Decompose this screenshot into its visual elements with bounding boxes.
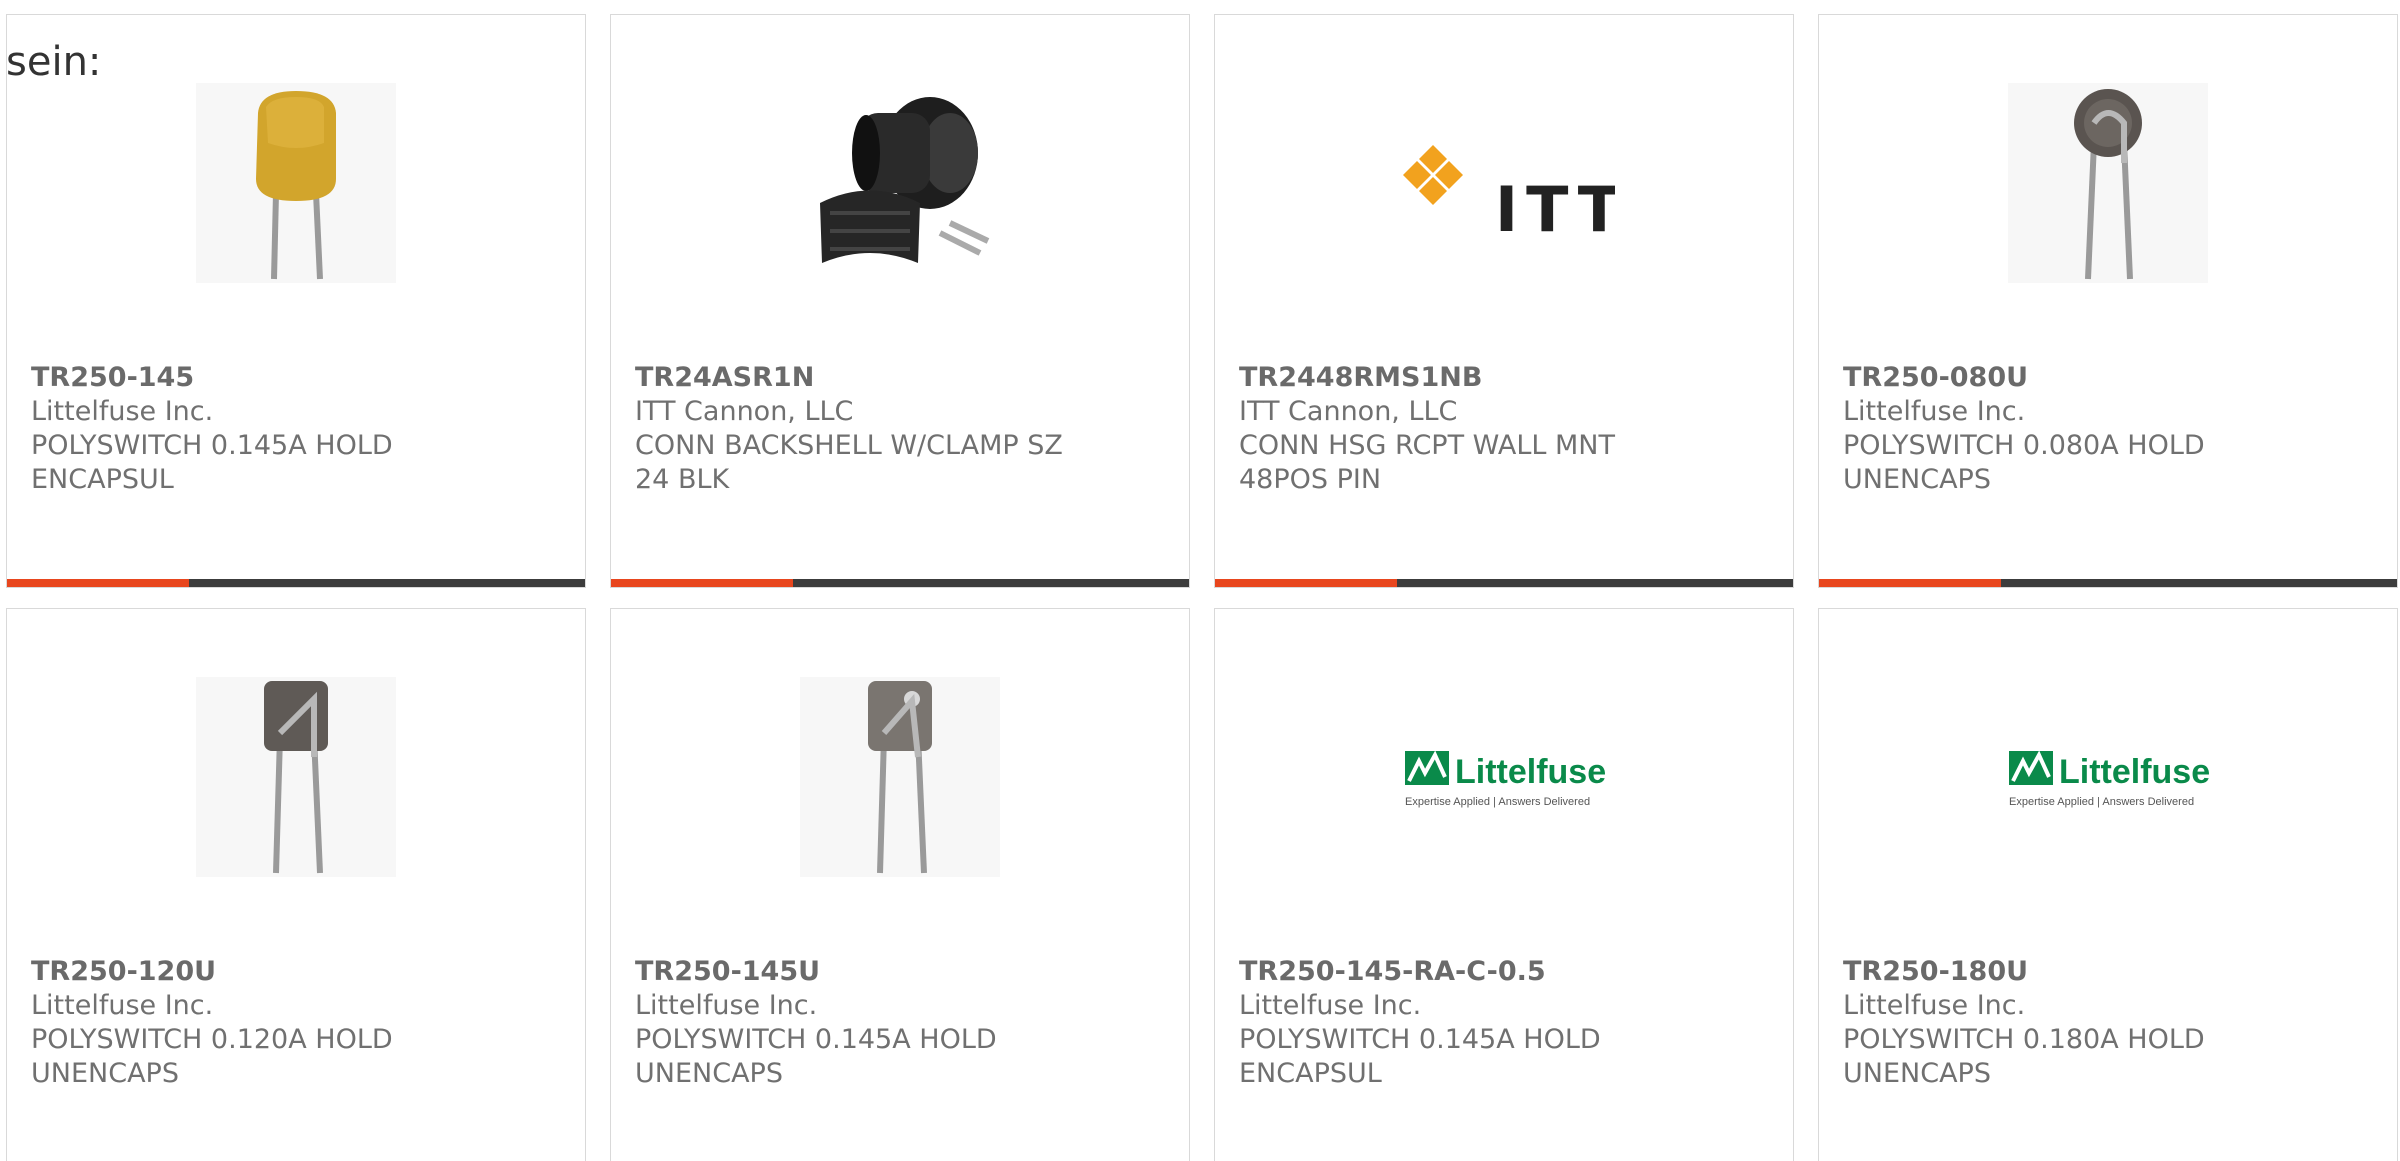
page: sein: TR250-145 Littelfuse Inc. POLYSWIT… [0,0,2400,1161]
card-bottom-bar [611,579,1189,587]
product-image[interactable] [196,677,396,877]
description-line-2: UNENCAPS [1843,464,1991,495]
manufacturer: ITT Cannon, LLC [1239,396,1458,427]
manufacturer: Littelfuse Inc. [1239,990,1422,1021]
product-info: TR250-145U Littelfuse Inc. POLYSWITCH 0.… [635,955,1155,1091]
square-disc-ptc-icon [196,677,396,877]
card-accent-bar [7,579,189,587]
card-bottom-bar [1215,579,1793,587]
product-info: TR250-120U Littelfuse Inc. POLYSWITCH 0.… [31,955,551,1091]
product-card[interactable]: TR250-120U Littelfuse Inc. POLYSWITCH 0.… [6,608,586,1161]
description-line-2: 24 BLK [635,464,730,495]
part-number-link[interactable]: TR24ASR1N [635,361,1155,395]
description-line-1: POLYSWITCH 0.145A HOLD [31,430,393,461]
card-bottom-bar [1819,579,2397,587]
littelfuse-logo: Littelfuse Expertise Applied | Answers D… [2009,750,2210,808]
itt-logo: ITT [1403,145,1615,246]
description-line-2: UNENCAPS [31,1058,179,1089]
product-card[interactable]: TR24ASR1N ITT Cannon, LLC CONN BACKSHELL… [610,14,1190,588]
itt-logo-text: ITT [1495,173,1615,246]
manufacturer: ITT Cannon, LLC [635,396,854,427]
littelfuse-logo-text: Littelfuse [2059,753,2210,791]
product-image[interactable] [2008,83,2208,283]
description-line-1: POLYSWITCH 0.180A HOLD [1843,1024,2205,1055]
description-line-1: CONN BACKSHELL W/CLAMP SZ [635,430,1063,461]
product-info: TR250-180U Littelfuse Inc. POLYSWITCH 0.… [1843,955,2363,1091]
product-card[interactable]: ITT TR2448RMS1NB ITT Cannon, LLC CONN HS… [1214,14,1794,588]
description-line-1: POLYSWITCH 0.145A HOLD [1239,1024,1601,1055]
description-line-2: ENCAPSUL [1239,1058,1382,1089]
manufacturer: Littelfuse Inc. [31,396,214,427]
product-image[interactable] [196,83,396,283]
card-accent-bar [611,579,793,587]
littelfuse-logo-tagline: Expertise Applied | Answers Delivered [1405,796,1590,808]
description-line-2: UNENCAPS [635,1058,783,1089]
product-image[interactable]: Littelfuse Expertise Applied | Answers D… [1999,677,2219,877]
product-image[interactable] [800,677,1000,877]
part-number-link[interactable]: TR250-145 [31,361,551,395]
product-card[interactable]: TR250-080U Littelfuse Inc. POLYSWITCH 0.… [1818,14,2398,588]
part-number-link[interactable]: TR250-180U [1843,955,2363,989]
description-line-1: POLYSWITCH 0.145A HOLD [635,1024,997,1055]
product-info: TR24ASR1N ITT Cannon, LLC CONN BACKSHELL… [635,361,1155,497]
part-number-link[interactable]: TR250-145U [635,955,1155,989]
part-number-link[interactable]: TR250-120U [31,955,551,989]
round-disc-ptc-icon [2008,83,2208,283]
square-disc-ptc-icon [800,677,1000,877]
manufacturer: Littelfuse Inc. [1843,396,2026,427]
description-line-2: ENCAPSUL [31,464,174,495]
product-card[interactable]: TR250-145 Littelfuse Inc. POLYSWITCH 0.1… [6,14,586,588]
product-card[interactable]: TR250-145U Littelfuse Inc. POLYSWITCH 0.… [610,608,1190,1161]
description-line-1: POLYSWITCH 0.080A HOLD [1843,430,2205,461]
part-number-link[interactable]: TR250-145-RA-C-0.5 [1239,955,1759,989]
card-accent-bar [1819,579,2001,587]
part-number-link[interactable]: TR2448RMS1NB [1239,361,1759,395]
littelfuse-logo-text: Littelfuse [1455,753,1606,791]
product-info: TR250-145 Littelfuse Inc. POLYSWITCH 0.1… [31,361,551,497]
description-line-2: UNENCAPS [1843,1058,1991,1089]
description-line-1: POLYSWITCH 0.120A HOLD [31,1024,393,1055]
description-line-1: CONN HSG RCPT WALL MNT [1239,430,1615,461]
product-card[interactable]: Littelfuse Expertise Applied | Answers D… [1818,608,2398,1161]
description-line-2: 48POS PIN [1239,464,1382,495]
product-image[interactable]: ITT [1395,83,1615,283]
manufacturer: Littelfuse Inc. [635,990,818,1021]
black-backshell-icon [800,83,1000,283]
product-info: TR250-080U Littelfuse Inc. POLYSWITCH 0.… [1843,361,2363,497]
littelfuse-logo-tagline: Expertise Applied | Answers Delivered [2009,796,2194,808]
manufacturer: Littelfuse Inc. [31,990,214,1021]
product-grid: TR250-145 Littelfuse Inc. POLYSWITCH 0.1… [6,14,2400,1161]
product-info: TR250-145-RA-C-0.5 Littelfuse Inc. POLYS… [1239,955,1759,1091]
part-number-link[interactable]: TR250-080U [1843,361,2363,395]
product-image[interactable] [800,83,1000,283]
card-bottom-bar [7,579,585,587]
product-image[interactable]: Littelfuse Expertise Applied | Answers D… [1395,677,1615,877]
yellow-ptc-capsule-icon [196,83,396,283]
product-card[interactable]: Littelfuse Expertise Applied | Answers D… [1214,608,1794,1161]
product-info: TR2448RMS1NB ITT Cannon, LLC CONN HSG RC… [1239,361,1759,497]
card-accent-bar [1215,579,1397,587]
littelfuse-logo: Littelfuse Expertise Applied | Answers D… [1405,750,1606,808]
intro-text: sein: [6,39,102,85]
manufacturer: Littelfuse Inc. [1843,990,2026,1021]
